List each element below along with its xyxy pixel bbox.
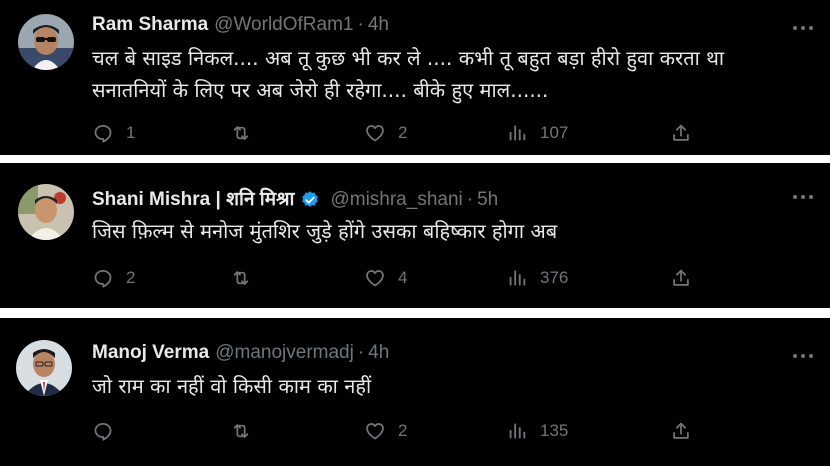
avatar[interactable] [18,184,74,240]
views-button[interactable]: 376 [506,265,568,291]
separator-dot: · [357,342,365,363]
tweet-text-line: जिस फ़िल्म से मनोज मुंतशिर जुड़े होंगे उ… [92,219,558,243]
reply-count: 1 [126,123,136,142]
separator-dot: · [466,189,474,210]
reply-button[interactable]: 1 [92,120,135,146]
reply-button[interactable]: 2 [92,265,135,291]
like-count: 4 [398,268,408,287]
avatar[interactable] [16,340,72,396]
like-icon [364,122,386,144]
reply-button[interactable] [92,418,126,444]
action-bar: 1 2 107 [92,120,712,146]
view-count: 376 [540,268,569,287]
share-button[interactable] [670,120,692,146]
like-count: 2 [398,421,408,440]
like-button[interactable]: 2 [364,418,407,444]
reply-count: 2 [126,268,136,287]
timestamp[interactable]: 4h [368,342,389,364]
views-button[interactable]: 107 [506,120,568,146]
retweet-icon [230,267,252,289]
more-icon[interactable] [792,352,814,360]
reply-icon [92,267,114,289]
verified-badge-icon [302,191,319,207]
tweet-text: चल बे साइड निकल.... अब तू कुछ भी कर ले .… [92,42,792,106]
tweet-card[interactable]: Manoj Verma @manojvermadj · 4h जो राम का… [0,318,830,466]
more-icon[interactable] [792,24,814,32]
like-icon [364,420,386,442]
author-name[interactable]: Manoj Verma [92,342,209,364]
author-name[interactable]: Shani Mishra | शनि मिश्रा [92,189,294,211]
share-icon [670,122,692,144]
tweet-card[interactable]: Ram Sharma @WorldOfRam1 · 4h चल बे साइड … [0,0,830,155]
share-icon [670,267,692,289]
separator-dot: · [357,14,364,35]
share-icon [670,420,692,442]
avatar[interactable] [18,14,74,70]
reply-icon [92,420,114,442]
share-button[interactable] [670,265,692,291]
share-button[interactable] [670,418,692,444]
like-icon [364,267,386,289]
retweet-button[interactable] [230,120,264,146]
retweet-button[interactable] [230,265,264,291]
retweet-icon [230,420,252,442]
timestamp[interactable]: 4h [368,14,389,36]
retweet-button[interactable] [230,418,264,444]
tweet-text-line: सनातनियों के लिए पर अब जेरो ही रहेगा....… [92,78,549,102]
tweet-text: जो राम का नहीं वो किसी काम का नहीं [92,370,792,402]
tweet-text-line: जो राम का नहीं वो किसी काम का नहीं [92,374,372,398]
views-button[interactable]: 135 [506,418,568,444]
author-name[interactable]: Ram Sharma [92,14,208,36]
view-count: 135 [540,421,569,440]
tweet-card[interactable]: Shani Mishra | शनि मिश्रा @mishra_shani … [0,163,830,308]
author-handle[interactable]: @mishra_shani [330,189,462,211]
action-bar: 2 4 376 [92,265,712,291]
more-icon[interactable] [792,193,814,201]
author-handle[interactable]: @WorldOfRam1 [214,14,353,36]
like-button[interactable]: 2 [364,120,407,146]
reply-icon [92,122,114,144]
like-button[interactable]: 4 [364,265,407,291]
view-count: 107 [540,123,569,142]
views-icon [506,420,528,442]
timestamp[interactable]: 5h [477,189,498,211]
like-count: 2 [398,123,408,142]
retweet-icon [230,122,252,144]
tweet-text-line: चल बे साइड निकल.... अब तू कुछ भी कर ले .… [92,46,725,70]
views-icon [506,267,528,289]
views-icon [506,122,528,144]
action-bar: 2 135 [92,418,712,444]
author-handle[interactable]: @manojvermadj [215,342,354,364]
tweet-text: जिस फ़िल्म से मनोज मुंतशिर जुड़े होंगे उ… [92,215,792,247]
